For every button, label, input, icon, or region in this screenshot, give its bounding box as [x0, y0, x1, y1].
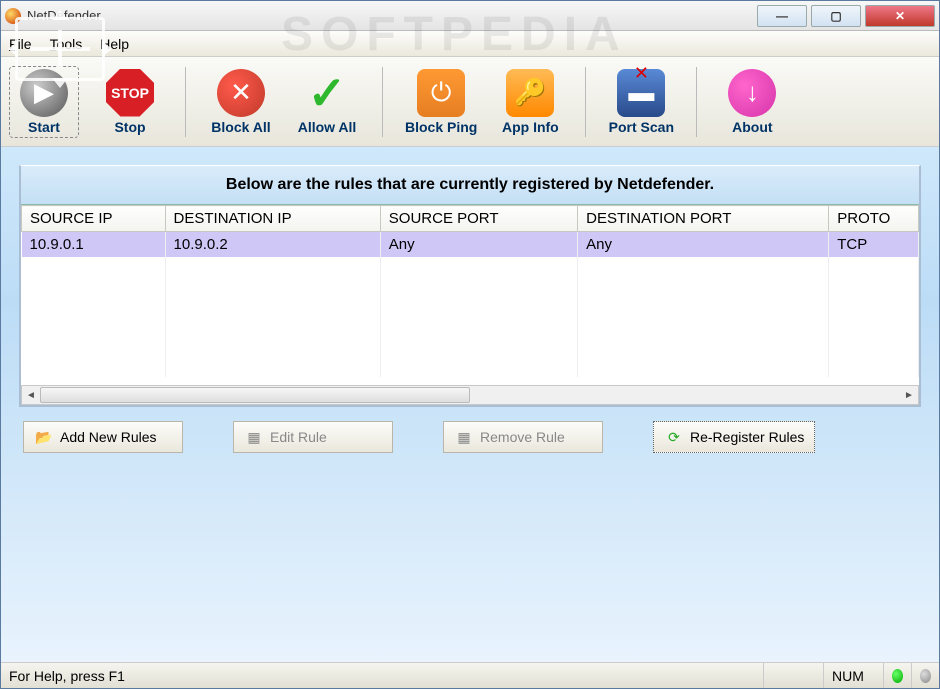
- add-label: dd New Rules: [69, 429, 156, 445]
- table-row[interactable]: 10.9.0.1 10.9.0.2 Any Any TCP: [22, 232, 919, 258]
- refresh-icon: ⟳: [664, 428, 684, 446]
- led-gray-icon: [920, 669, 931, 683]
- toolbar: ▶ Start STOP Stop ✕ Block All ✓ Allow Al…: [1, 57, 939, 147]
- cell-source-ip: 10.9.0.1: [22, 232, 166, 258]
- cell-dest-ip: 10.9.0.2: [165, 232, 380, 258]
- maximize-button[interactable]: ▢: [811, 5, 861, 27]
- cell-dest-port: Any: [578, 232, 829, 258]
- rules-heading: Below are the rules that are currently r…: [21, 166, 919, 205]
- action-bar: 📂 Add New Rules ▦ Edit Rule ▦ Remove Rul…: [19, 421, 921, 453]
- power-icon: ⏻: [417, 69, 465, 117]
- edit-icon: ▦: [244, 428, 264, 446]
- toolbar-separator: [382, 67, 383, 137]
- close-button[interactable]: ✕: [865, 5, 935, 27]
- reregister-label: Re-Register Rules: [690, 429, 804, 445]
- start-button[interactable]: ▶ Start: [9, 66, 79, 138]
- allow-all-button[interactable]: ✓ Allow All: [292, 67, 362, 137]
- app-icon: [5, 8, 21, 24]
- toolbar-separator: [585, 67, 586, 137]
- port-scan-label: Port Scan: [609, 119, 674, 135]
- menu-tools[interactable]: Tools: [50, 36, 83, 52]
- arrow-down-icon: ↓: [728, 69, 776, 117]
- remove-rule-button[interactable]: ▦ Remove Rule: [443, 421, 603, 453]
- stop-label: Stop: [114, 119, 145, 135]
- led-green-icon: [892, 669, 903, 683]
- reregister-rules-button[interactable]: ⟳ Re-Register Rules: [653, 421, 815, 453]
- status-num: NUM: [823, 663, 883, 688]
- edit-label: dit Rule: [279, 429, 326, 445]
- allow-all-label: Allow All: [298, 119, 357, 135]
- status-empty: [763, 663, 823, 688]
- check-icon: ✓: [303, 69, 351, 117]
- remove-label: emove Rule: [490, 429, 565, 445]
- stop-icon: STOP: [106, 69, 154, 117]
- col-proto[interactable]: PROTO: [829, 206, 919, 232]
- window-controls: — ▢ ✕: [753, 5, 935, 27]
- table-row[interactable]: [22, 257, 919, 281]
- status-help-text: For Help, press F1: [1, 663, 763, 688]
- block-all-button[interactable]: ✕ Block All: [206, 67, 276, 137]
- window: SOFTPEDIA NetDefender — ▢ ✕ File Tools H…: [0, 0, 940, 689]
- content-area: Below are the rules that are currently r…: [1, 147, 939, 662]
- edit-rule-button[interactable]: ▦ Edit Rule: [233, 421, 393, 453]
- cell-proto: TCP: [829, 232, 919, 258]
- x-circle-icon: ✕: [217, 69, 265, 117]
- col-source-ip[interactable]: SOURCE IP: [22, 206, 166, 232]
- table-row[interactable]: [22, 305, 919, 329]
- scanner-icon: ▬: [617, 69, 665, 117]
- status-led-gray: [911, 663, 939, 688]
- scroll-thumb[interactable]: [40, 387, 470, 403]
- titlebar[interactable]: NetDefender — ▢ ✕: [1, 1, 939, 31]
- minimize-button[interactable]: —: [757, 5, 807, 27]
- table-row[interactable]: [22, 329, 919, 353]
- scroll-track[interactable]: [40, 386, 900, 404]
- stop-button[interactable]: STOP Stop: [95, 67, 165, 137]
- block-all-label: Block All: [211, 119, 270, 135]
- about-label: About: [732, 119, 772, 135]
- block-ping-button[interactable]: ⏻ Block Ping: [403, 67, 479, 137]
- scroll-right-icon[interactable]: ►: [900, 390, 918, 401]
- col-dest-ip[interactable]: DESTINATION IP: [165, 206, 380, 232]
- menu-file[interactable]: File: [9, 36, 32, 52]
- start-label: Start: [28, 119, 60, 135]
- key-icon: 🔑: [506, 69, 554, 117]
- status-led-green: [883, 663, 911, 688]
- toolbar-separator: [185, 67, 186, 137]
- about-button[interactable]: ↓ About: [717, 67, 787, 137]
- menu-help[interactable]: Help: [100, 36, 129, 52]
- app-info-label: App Info: [502, 119, 559, 135]
- block-ping-label: Block Ping: [405, 119, 477, 135]
- play-icon: ▶: [20, 69, 68, 117]
- horizontal-scrollbar[interactable]: ◄ ►: [21, 385, 919, 405]
- col-dest-port[interactable]: DESTINATION PORT: [578, 206, 829, 232]
- app-info-button[interactable]: 🔑 App Info: [495, 67, 565, 137]
- cell-source-port: Any: [380, 232, 577, 258]
- statusbar: For Help, press F1 NUM: [1, 662, 939, 688]
- menubar: File Tools Help: [1, 31, 939, 57]
- scroll-left-icon[interactable]: ◄: [22, 390, 40, 401]
- rules-table[interactable]: SOURCE IP DESTINATION IP SOURCE PORT DES…: [21, 205, 919, 377]
- port-scan-button[interactable]: ▬ Port Scan: [606, 67, 676, 137]
- remove-icon: ▦: [454, 428, 474, 446]
- col-source-port[interactable]: SOURCE PORT: [380, 206, 577, 232]
- window-title: NetDefender: [27, 8, 753, 23]
- add-rules-button[interactable]: 📂 Add New Rules: [23, 421, 183, 453]
- rules-panel: Below are the rules that are currently r…: [19, 165, 921, 407]
- folder-add-icon: 📂: [34, 428, 54, 446]
- toolbar-separator: [696, 67, 697, 137]
- table-row[interactable]: [22, 281, 919, 305]
- table-row[interactable]: [22, 353, 919, 377]
- rules-table-container: SOURCE IP DESTINATION IP SOURCE PORT DES…: [21, 205, 919, 385]
